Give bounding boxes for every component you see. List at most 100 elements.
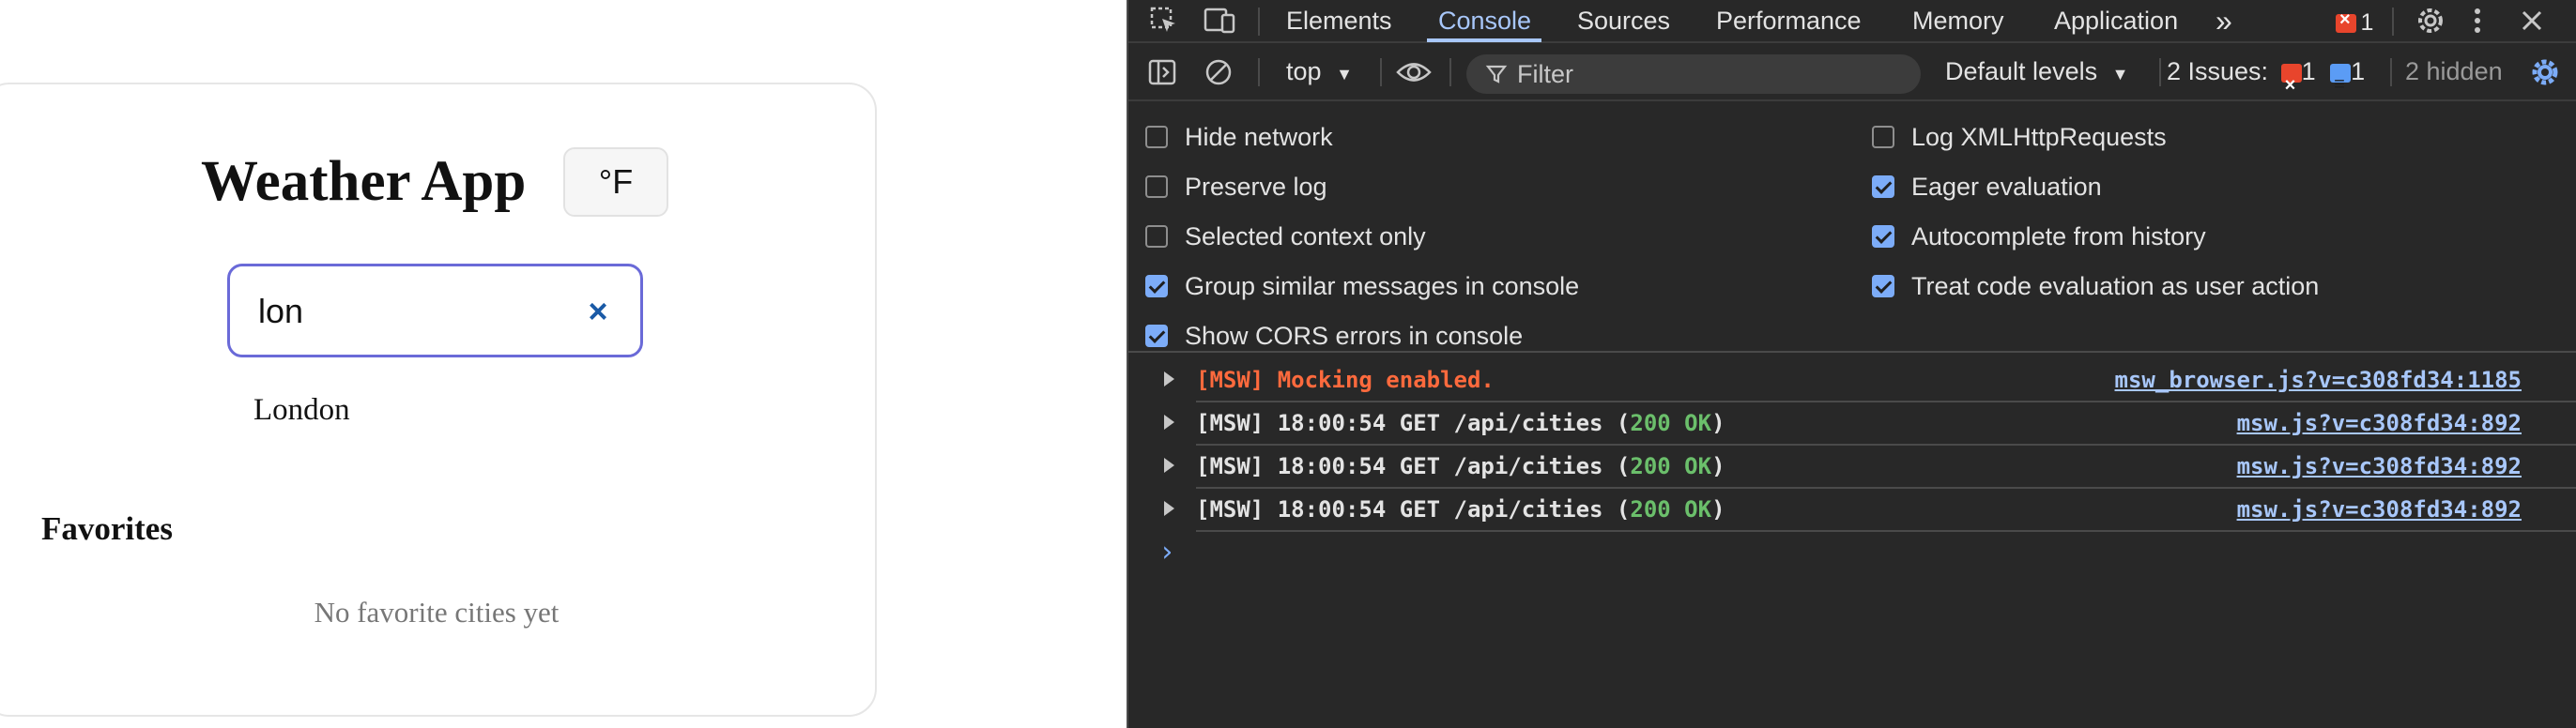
device-toolbar-icon[interactable] [1204,6,1237,36]
favorites-heading: Favorites [41,510,173,547]
source-link[interactable]: msw.js?v=c308fd34:892 [2237,445,2522,488]
error-badge[interactable]: 1 [2336,9,2373,37]
expand-triangle-icon[interactable] [1164,415,1174,430]
eye-icon[interactable] [1395,58,1433,86]
message-suffix: ) [1711,496,1725,523]
suggestion-item[interactable]: London [253,393,350,428]
divider [1380,58,1382,86]
log-levels-label: Default levels [1945,57,2098,85]
setting-eager-evaluation[interactable]: Eager evaluation [1872,168,2102,205]
issues-info-count: 1 [2351,57,2366,85]
checkbox[interactable] [1145,275,1168,297]
setting-autocomplete-from-history[interactable]: Autocomplete from history [1872,218,2206,255]
console-message-text: [MSW] 18:00:54 GET /api/cities (200 OK) [1196,402,1725,445]
inspect-element-icon[interactable] [1149,6,1179,36]
expand-triangle-icon[interactable] [1164,501,1174,516]
info-icon [2330,58,2352,111]
tab-console[interactable]: Console [1438,0,1531,41]
expand-triangle-icon[interactable] [1164,458,1174,473]
search-box: × [227,264,643,357]
tab-sources[interactable]: Sources [1577,0,1670,41]
setting-label: Treat code evaluation as user action [1911,271,2320,300]
source-link[interactable]: msw_browser.js?v=c308fd34:1185 [2115,358,2522,402]
status-text: 200 OK [1630,496,1712,523]
console-message-text: [MSW] Mocking enabled. [1196,358,1495,402]
issues-button[interactable]: 2 Issues: 1 1 [2167,45,2366,112]
checkbox[interactable] [1145,325,1168,347]
clear-icon[interactable]: × [579,293,617,330]
chevron-down-icon: ▼ [2111,65,2129,83]
log-levels-dropdown[interactable]: Default levels ▼ [1945,45,2128,98]
console-message[interactable]: [MSW] Mocking enabled. msw_browser.js?v=c… [1128,358,2576,402]
kebab-menu-icon[interactable] [2471,6,2484,36]
divider [2392,8,2394,36]
favorites-empty-text: No favorite cities yet [314,596,560,629]
setting-show-cors-errors-in-console[interactable]: Show CORS errors in console [1145,317,1523,355]
setting-label: Autocomplete from history [1911,221,2206,250]
checkbox[interactable] [1872,225,1894,248]
setting-group-similar-messages-in-console[interactable]: Group similar messages in console [1145,267,1579,305]
status-text: 200 OK [1630,453,1712,479]
setting-treat-code-evaluation-as-user-action[interactable]: Treat code evaluation as user action [1872,267,2319,305]
devtools-tabbar: Elements Console Sources Performance Mem… [1128,0,2576,43]
console-prompt-icon[interactable]: › [1158,536,1175,569]
divider [1258,8,1260,36]
setting-label: Group similar messages in console [1185,271,1580,300]
expand-triangle-icon[interactable] [1164,372,1174,387]
console-message[interactable]: [MSW] 18:00:54 GET /api/cities (200 OK) m… [1128,445,2576,488]
unit-toggle-button[interactable]: °F [563,147,668,217]
page-title: Weather App [201,150,527,213]
context-selector[interactable]: top ▼ [1286,45,1353,98]
search-input[interactable] [258,285,568,338]
divider [2390,58,2392,86]
setting-label: Log XMLHttpRequests [1911,122,2167,151]
checkbox[interactable] [1145,126,1168,148]
app-pane: Weather App °F × London Favorites No fav… [0,0,1127,728]
context-label: top [1286,57,1322,85]
hidden-count: 2 hidden [2405,57,2503,85]
active-tab-indicator [1427,38,1541,42]
error-icon [2336,9,2356,33]
divider [1449,58,1451,86]
row-divider [1196,530,2576,532]
message-suffix: ) [1711,453,1725,479]
filter-icon [1485,63,1508,85]
setting-log-xmlhttprequests[interactable]: Log XMLHttpRequests [1872,118,2167,156]
console-message-text: [MSW] 18:00:54 GET /api/cities (200 OK) [1196,445,1725,488]
tab-performance[interactable]: Performance [1716,0,1862,41]
issues-error-count: 1 [2301,57,2316,85]
console-settings-gear-icon[interactable] [2529,56,2561,88]
setting-preserve-log[interactable]: Preserve log [1145,168,1327,205]
tab-elements[interactable]: Elements [1286,0,1392,41]
source-link[interactable]: msw.js?v=c308fd34:892 [2237,402,2522,445]
filter-input[interactable]: Filter [1466,54,1921,94]
console-message[interactable]: [MSW] 18:00:54 GET /api/cities (200 OK) m… [1128,402,2576,445]
setting-label: Show CORS errors in console [1185,321,1524,350]
setting-selected-context-only[interactable]: Selected context only [1145,218,1426,255]
gear-icon[interactable] [2415,5,2446,37]
setting-label: Selected context only [1185,221,1426,250]
checkbox[interactable] [1145,225,1168,248]
checkbox[interactable] [1872,126,1894,148]
sidebar-toggle-icon[interactable] [1147,57,1177,87]
message-prefix: [MSW] 18:00:54 GET /api/cities ( [1196,410,1631,436]
setting-label: Eager evaluation [1911,172,2102,201]
tab-application[interactable]: Application [2054,0,2178,41]
issues-label: 2 Issues: [2167,57,2269,85]
console-message[interactable]: [MSW] 18:00:54 GET /api/cities (200 OK) m… [1128,488,2576,531]
more-tabs-icon[interactable]: » [2216,0,2232,41]
close-icon[interactable] [2520,8,2544,33]
devtools-panel: Elements Console Sources Performance Mem… [1127,0,2576,728]
status-text: 200 OK [1630,410,1712,436]
console-log: [MSW] Mocking enabled. msw_browser.js?v=c… [1128,355,2576,728]
tab-memory[interactable]: Memory [1912,0,2004,41]
console-toolbar: top ▼ Filter Default levels ▼ 2 Issues: … [1128,45,2576,112]
clear-console-icon[interactable] [1204,57,1234,87]
message-prefix: [MSW] Mocking enabled. [1196,367,1495,393]
checkbox[interactable] [1145,175,1168,198]
setting-hide-network[interactable]: Hide network [1145,118,1333,156]
source-link[interactable]: msw.js?v=c308fd34:892 [2237,488,2522,531]
checkbox[interactable] [1872,275,1894,297]
message-prefix: [MSW] 18:00:54 GET /api/cities ( [1196,453,1631,479]
checkbox[interactable] [1872,175,1894,198]
